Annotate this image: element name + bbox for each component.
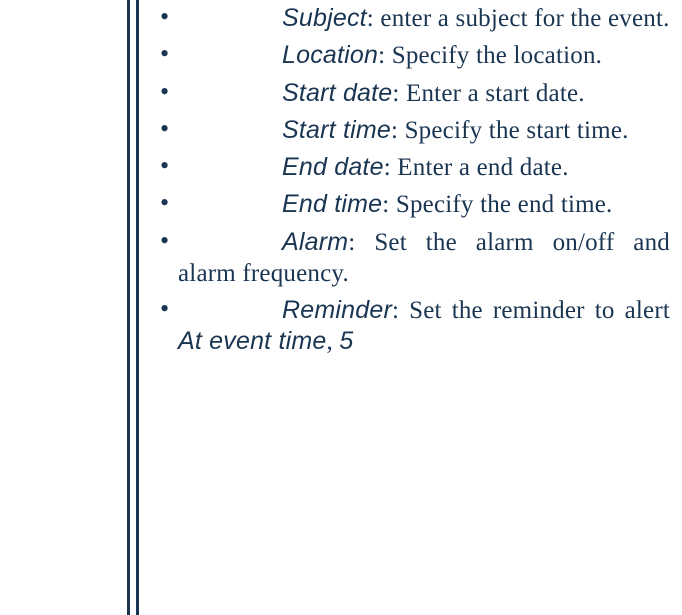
term-description: : Set the reminder to alert (392, 297, 670, 324)
bullet-item: • End time: Specify the end time. (160, 189, 670, 220)
bullet-item: • Location: Specify the location. (160, 40, 670, 71)
bullet-item-reminder: • Reminder: Set the reminder to alert At… (160, 295, 670, 358)
content-column: • Subject: enter a subject for the event.… (160, 0, 682, 615)
bullet-item: • Subject: enter a subject for the event. (160, 3, 670, 34)
bullet-item: • End date: Enter a end date. (160, 152, 670, 183)
term-label: End time (282, 190, 382, 218)
term-description: : Specify the start time. (391, 117, 629, 144)
term-label: Location (282, 41, 378, 69)
bullet-icon: • (160, 152, 169, 181)
term-label: Reminder (282, 296, 392, 324)
term-label: Subject (282, 4, 367, 32)
inline-option: 5 (339, 327, 353, 355)
term-description: : Specify the location. (378, 42, 602, 69)
bullet-icon: • (160, 78, 169, 107)
term-label: Alarm (282, 228, 348, 256)
bullet-icon: • (160, 189, 169, 218)
term-description: : Enter a end date. (384, 154, 569, 181)
bullet-icon: • (160, 40, 169, 69)
bullet-icon: • (160, 295, 169, 324)
punctuation: , (327, 328, 340, 355)
bullet-item: • Alarm: Set the alarm on/off and alarm f… (160, 227, 670, 290)
vertical-double-rule (127, 0, 160, 615)
inline-option: At event time (178, 327, 327, 355)
document-page: • Subject: enter a subject for the event.… (0, 0, 682, 615)
bullet-item: • Start date: Enter a start date. (160, 78, 670, 109)
term-label: Start time (282, 116, 391, 144)
term-label: End date (282, 153, 384, 181)
term-description: : Specify the end time. (382, 191, 612, 218)
bullet-icon: • (160, 3, 169, 32)
rule-gap (139, 0, 159, 615)
bullet-icon: • (160, 227, 169, 256)
bullet-icon: • (160, 115, 169, 144)
left-margin (0, 0, 127, 615)
term-description: : Enter a start date. (392, 80, 584, 107)
term-description: : Set the alarm on/off and alarm frequen… (178, 229, 670, 287)
term-label: Start date (282, 79, 392, 107)
term-description: : enter a subject for the event. (367, 5, 670, 32)
bullet-item: • Start time: Specify the start time. (160, 115, 670, 146)
